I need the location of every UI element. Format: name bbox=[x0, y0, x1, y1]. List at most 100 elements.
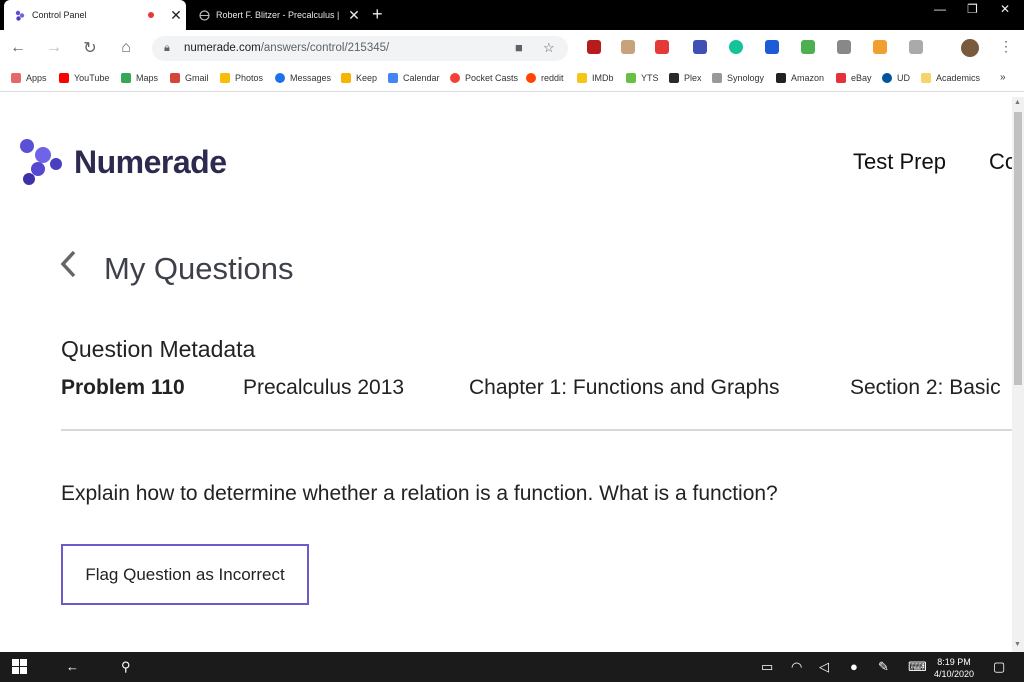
windows-start-icon[interactable] bbox=[12, 659, 27, 677]
bookmark-synology[interactable]: Synology bbox=[712, 73, 764, 83]
address-bar[interactable]: 🔒︎ numerade.com/answers/control/215345/ bbox=[152, 36, 568, 61]
bookmark-gmail[interactable]: Gmail bbox=[170, 73, 209, 83]
minimize-icon[interactable]: — bbox=[934, 2, 946, 16]
profile-avatar[interactable] bbox=[961, 39, 979, 57]
apps-icon bbox=[11, 73, 21, 83]
extension-icon[interactable] bbox=[765, 40, 779, 54]
back-chevron-icon[interactable] bbox=[58, 247, 80, 290]
bookmark-ebay[interactable]: eBay bbox=[836, 73, 872, 83]
pen-icon[interactable]: ✎ bbox=[878, 659, 889, 675]
back-icon[interactable]: ← bbox=[8, 38, 28, 58]
tab-control-panel[interactable]: Control Panel ✕ bbox=[4, 0, 186, 30]
bookmark-maps[interactable]: Maps bbox=[121, 73, 158, 83]
bookmark-star-icon[interactable]: ☆ bbox=[543, 40, 555, 56]
plex-icon bbox=[669, 73, 679, 83]
pocket-casts-icon bbox=[450, 73, 460, 83]
new-tab-icon[interactable]: + bbox=[372, 4, 383, 25]
bookmarks-bar: Apps YouTube Maps Gmail Photos Messages … bbox=[0, 66, 1024, 92]
maps-icon bbox=[121, 73, 131, 83]
synology-icon bbox=[712, 73, 722, 83]
numerade-logo-icon bbox=[20, 139, 62, 185]
clock-date: 4/10/2020 bbox=[934, 669, 975, 679]
bookmark-ud[interactable]: UD bbox=[882, 73, 910, 83]
forward-icon[interactable]: → bbox=[44, 38, 64, 58]
metadata-problem: Problem 110 bbox=[61, 376, 185, 399]
numerade-favicon-icon bbox=[15, 10, 26, 21]
microphone-icon[interactable]: ● bbox=[850, 659, 858, 674]
bookmark-photos[interactable]: Photos bbox=[220, 73, 263, 83]
tab-strip: Control Panel ✕ Robert F. Blitzer - Prec… bbox=[0, 0, 1024, 30]
bookmark-apps[interactable]: Apps bbox=[11, 73, 47, 83]
bookmark-imdb[interactable]: IMDb bbox=[577, 73, 614, 83]
keep-icon bbox=[341, 73, 351, 83]
tab-title: Robert F. Blitzer - Precalculus | bbox=[216, 10, 340, 20]
extension-icon[interactable] bbox=[693, 40, 707, 54]
nav-item-truncated[interactable]: Co bbox=[989, 149, 1012, 175]
bookmark-keep[interactable]: Keep bbox=[341, 73, 377, 83]
volume-icon[interactable]: ◁ bbox=[819, 659, 829, 675]
grammarly-icon[interactable] bbox=[729, 40, 743, 54]
url-domain: numerade.com bbox=[184, 42, 261, 54]
bookmark-reddit[interactable]: reddit bbox=[526, 73, 564, 83]
ebay-icon bbox=[836, 73, 846, 83]
taskbar-back-icon[interactable]: ← bbox=[66, 659, 79, 674]
scroll-down-icon[interactable]: ▼ bbox=[1014, 641, 1021, 648]
more-bookmarks-icon[interactable]: » bbox=[1000, 72, 1006, 83]
bookmark-pocket-casts[interactable]: Pocket Casts bbox=[450, 73, 518, 83]
tab-blitzer[interactable]: Robert F. Blitzer - Precalculus | ✕ bbox=[188, 0, 364, 30]
extension-icon[interactable] bbox=[801, 40, 815, 54]
battery-icon[interactable]: ▭ bbox=[761, 659, 773, 675]
clock-time: 8:19 PM bbox=[937, 657, 971, 667]
scrollbar-thumb[interactable] bbox=[1014, 112, 1022, 385]
metadata-section: Section 2: Basic bbox=[850, 376, 1001, 399]
metadata-book: Precalculus 2013 bbox=[243, 376, 405, 399]
bookmark-plex[interactable]: Plex bbox=[669, 73, 702, 83]
reload-icon[interactable]: ↻ bbox=[80, 38, 100, 58]
page-title: My Questions bbox=[104, 251, 294, 286]
youtube-icon bbox=[59, 73, 69, 83]
amazon-icon bbox=[776, 73, 786, 83]
extension-icon[interactable] bbox=[873, 40, 887, 54]
recording-icon bbox=[148, 12, 154, 18]
numerade-logo[interactable]: Numerade bbox=[18, 137, 227, 187]
folder-icon bbox=[921, 73, 931, 83]
reddit-icon bbox=[526, 73, 536, 83]
calendar-icon bbox=[388, 73, 398, 83]
flag-question-button[interactable]: Flag Question as Incorrect bbox=[61, 544, 309, 605]
extension-icon[interactable] bbox=[655, 40, 669, 54]
close-tab-icon[interactable]: ✕ bbox=[344, 7, 364, 24]
notifications-icon[interactable]: ▢ bbox=[993, 659, 1005, 675]
camera-icon[interactable]: ■ bbox=[515, 40, 523, 55]
menu-icon[interactable]: ⋮ bbox=[999, 38, 1013, 55]
question-text: Explain how to determine whether a relat… bbox=[61, 482, 778, 505]
page-content: Numerade Test Prep Co My Questions Quest… bbox=[0, 97, 1012, 652]
restore-icon[interactable]: ❐ bbox=[967, 2, 978, 16]
bookmark-calendar[interactable]: Calendar bbox=[388, 73, 440, 83]
metadata-heading: Question Metadata bbox=[61, 336, 256, 362]
home-icon[interactable]: ⌂ bbox=[116, 38, 136, 58]
extension-icon[interactable] bbox=[587, 40, 601, 54]
extension-icon[interactable] bbox=[621, 40, 635, 54]
messages-icon bbox=[275, 73, 285, 83]
system-clock[interactable]: 8:19 PM 4/10/2020 bbox=[934, 656, 974, 680]
taskbar-search-icon[interactable]: ⚲ bbox=[121, 659, 131, 675]
scroll-up-icon[interactable]: ▲ bbox=[1014, 99, 1021, 106]
bookmark-youtube[interactable]: YouTube bbox=[59, 73, 109, 83]
divider bbox=[61, 429, 1012, 431]
close-window-icon[interactable]: ✕ bbox=[1000, 2, 1010, 16]
bookmark-amazon[interactable]: Amazon bbox=[776, 73, 824, 83]
wifi-icon[interactable]: ◠ bbox=[791, 659, 802, 675]
metadata-chapter: Chapter 1: Functions and Graphs bbox=[469, 376, 780, 399]
close-tab-icon[interactable]: ✕ bbox=[166, 7, 186, 24]
lock-icon: 🔒︎ bbox=[164, 42, 170, 54]
imdb-icon bbox=[577, 73, 587, 83]
extension-icon[interactable] bbox=[909, 40, 923, 54]
bookmark-academics[interactable]: Academics bbox=[921, 73, 980, 83]
screenshot-icon[interactable] bbox=[837, 40, 851, 54]
yts-icon bbox=[626, 73, 636, 83]
tab-title: Control Panel bbox=[32, 10, 87, 20]
bookmark-messages[interactable]: Messages bbox=[275, 73, 331, 83]
keyboard-icon[interactable]: ⌨ bbox=[908, 659, 927, 675]
nav-test-prep[interactable]: Test Prep bbox=[853, 149, 946, 175]
bookmark-yts[interactable]: YTS bbox=[626, 73, 659, 83]
